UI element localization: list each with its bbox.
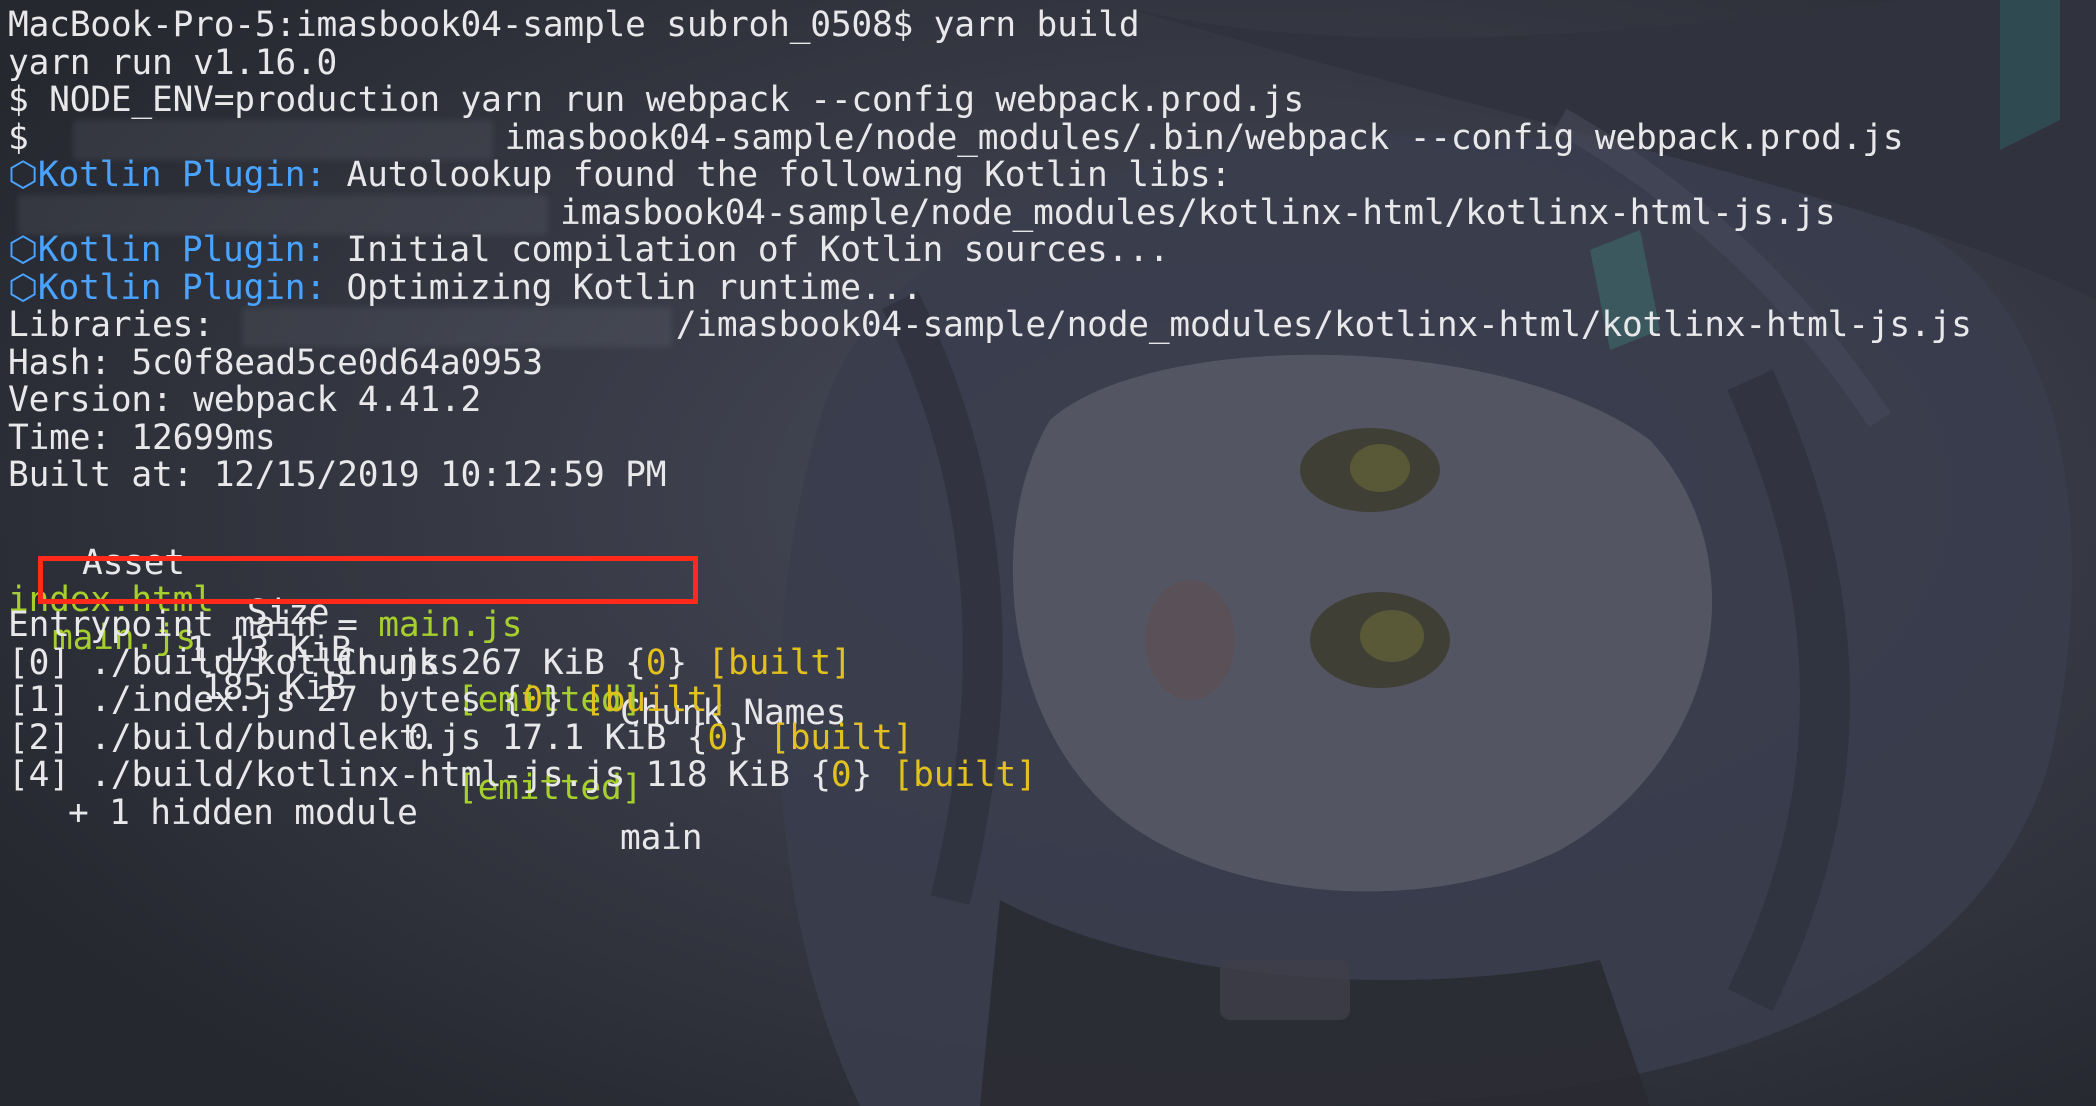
asset-chunk-name: main bbox=[620, 818, 703, 858]
module-size: 118 KiB bbox=[645, 755, 790, 795]
terminal-window: { "colors": { "background": "#2b2d35", "… bbox=[0, 0, 2096, 1106]
libraries-path: /imasbook04-sample/node_modules/kotlinx-… bbox=[675, 305, 1972, 345]
hidden-modules-line: + 1 hidden module bbox=[68, 793, 418, 833]
terminal-output: MacBook-Pro-5:imasbook04-sample subroh_0… bbox=[8, 0, 2088, 1106]
built-at-line: Built at: 12/15/2019 10:12:59 PM bbox=[8, 455, 667, 495]
module-index: [4] bbox=[8, 755, 70, 795]
module-chunk: 0 bbox=[830, 755, 852, 795]
highlight-box bbox=[38, 556, 698, 604]
built-tag: [built] bbox=[892, 755, 1037, 795]
built-tag: [built] bbox=[707, 643, 852, 683]
